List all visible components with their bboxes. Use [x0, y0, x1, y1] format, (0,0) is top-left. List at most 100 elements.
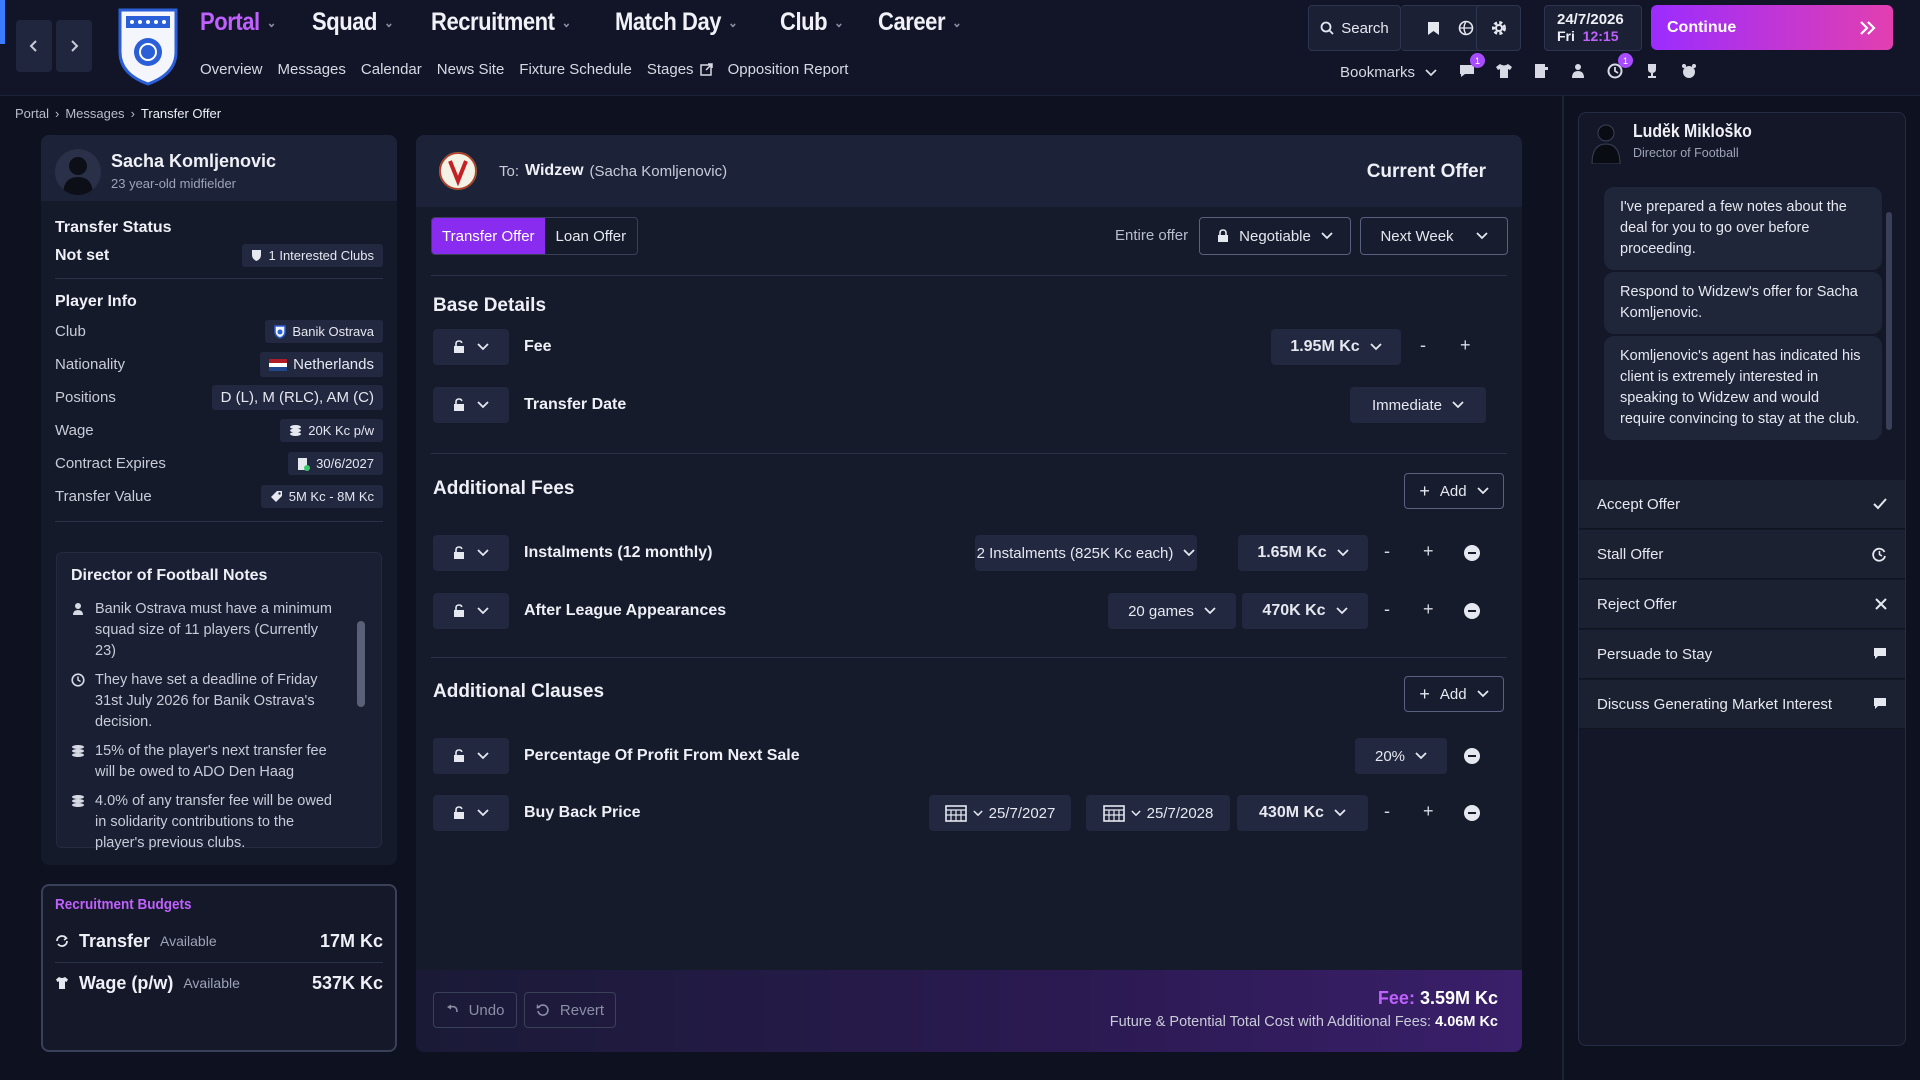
player-avatar — [55, 149, 101, 195]
fee-decrease-button[interactable]: - — [1420, 335, 1426, 356]
club-crest-icon — [439, 152, 477, 190]
reject-offer-button[interactable]: Reject Offer — [1579, 580, 1905, 629]
remove-profit-clause-icon[interactable] — [1464, 748, 1480, 764]
bookmark-icon[interactable] — [1427, 21, 1440, 36]
bookmarks-dropdown[interactable]: Bookmarks — [1340, 64, 1437, 81]
club-link[interactable]: Banik Ostrava — [265, 320, 383, 343]
coins-icon — [290, 425, 302, 436]
nav-club[interactable]: Club ⌄ — [780, 8, 844, 37]
date-lock-button[interactable] — [433, 387, 509, 423]
buyback-date-from[interactable]: 25/7/2027 — [929, 795, 1071, 831]
add-fee-button[interactable]: + Add — [1404, 473, 1504, 509]
notes-scrollbar[interactable] — [357, 621, 365, 707]
appearances-increase-button[interactable]: + — [1423, 599, 1434, 620]
nationality-link[interactable]: Netherlands — [260, 352, 383, 377]
buyback-decrease-button[interactable]: - — [1384, 801, 1390, 822]
instalments-lock-button[interactable] — [433, 535, 509, 571]
globe-icon[interactable] — [1458, 20, 1474, 36]
appearances-decrease-button[interactable]: - — [1384, 599, 1390, 620]
clock-icon — [71, 673, 85, 687]
breadcrumb-messages[interactable]: Messages — [65, 106, 124, 121]
fee-increase-button[interactable]: + — [1460, 335, 1471, 356]
instalments-decrease-button[interactable]: - — [1384, 541, 1390, 562]
fee-lock-button[interactable] — [433, 329, 509, 365]
subnav-fixture-schedule[interactable]: Fixture Schedule — [519, 61, 632, 78]
chevron-down-icon — [477, 343, 489, 351]
transfer-status-value: Not set — [55, 246, 110, 264]
messages-icon[interactable]: 1 — [1458, 53, 1485, 80]
instalments-value-dropdown[interactable]: 1.65M Kc — [1238, 535, 1368, 571]
staff-icon[interactable] — [1569, 62, 1587, 80]
profit-percentage-dropdown[interactable]: 20% — [1355, 738, 1447, 774]
instalments-option-dropdown[interactable]: 2 Instalments (825K Kc each) — [975, 535, 1197, 571]
profit-lock-button[interactable] — [433, 738, 509, 774]
subnav-stages[interactable]: Stages — [647, 61, 713, 78]
notifications-icon[interactable]: 1 — [1606, 53, 1633, 80]
subnav-opposition-report[interactable]: Opposition Report — [728, 61, 849, 78]
club-logo[interactable] — [116, 6, 180, 86]
appearances-value-dropdown[interactable]: 470K Kc — [1242, 593, 1368, 629]
scout-report-icon[interactable] — [1532, 62, 1550, 80]
tab-loan-offer[interactable]: Loan Offer — [545, 218, 638, 254]
nav-portal[interactable]: Portal ⌄ — [200, 8, 276, 37]
nav-recruitment[interactable]: Recruitment ⌄ — [431, 8, 571, 37]
player-header[interactable]: Sacha Komljenovic 23 year-old midfielder — [41, 135, 397, 201]
negotiable-dropdown[interactable]: Negotiable — [1199, 217, 1351, 255]
widzew-crest[interactable] — [438, 151, 478, 191]
back-button[interactable] — [16, 20, 52, 72]
shirt-icon — [56, 977, 68, 989]
nav-squad[interactable]: Squad ⌄ — [312, 8, 394, 37]
transfer-date-dropdown[interactable]: Immediate — [1350, 387, 1486, 423]
subnav-news-site[interactable]: News Site — [437, 61, 505, 78]
base-details-title: Base Details — [433, 295, 547, 316]
offer-type-tabs: Transfer Offer Loan Offer — [431, 217, 639, 255]
search-button[interactable]: Search — [1308, 5, 1401, 51]
messages-scrollbar[interactable] — [1886, 212, 1892, 430]
persuade-to-stay-button[interactable]: Persuade to Stay — [1579, 630, 1905, 679]
subnav-messages[interactable]: Messages — [278, 61, 346, 78]
remove-appearances-icon[interactable] — [1464, 603, 1480, 619]
chevron-down-icon: ⌄ — [834, 14, 844, 30]
chevron-down-icon — [1452, 401, 1464, 409]
buyback-increase-button[interactable]: + — [1423, 801, 1434, 822]
interested-clubs-badge[interactable]: 1 Interested Clubs — [242, 244, 383, 267]
settings-button[interactable] — [1476, 5, 1521, 51]
breadcrumb-portal[interactable]: Portal — [15, 106, 49, 121]
undo-button[interactable]: Undo — [433, 992, 517, 1028]
note-item: 4.0% of any transfer fee will be owed in… — [71, 791, 333, 854]
chevron-down-icon — [1370, 343, 1382, 351]
appearances-lock-button[interactable] — [433, 593, 509, 629]
remove-instalments-icon[interactable] — [1464, 545, 1480, 561]
revert-button[interactable]: Revert — [524, 992, 616, 1028]
club-vision-icon[interactable] — [1680, 62, 1698, 80]
player-subtitle: 23 year-old midfielder — [111, 176, 237, 191]
netherlands-flag-icon — [269, 358, 288, 371]
discuss-market-interest-button[interactable]: Discuss Generating Market Interest — [1579, 680, 1905, 729]
nav-match-day[interactable]: Match Day ⌄ — [615, 8, 738, 37]
stall-offer-button[interactable]: Stall Offer — [1579, 530, 1905, 579]
nav-career[interactable]: Career ⌄ — [878, 8, 962, 37]
chevron-down-icon — [477, 752, 489, 760]
recipient-club[interactable]: Widzew — [525, 162, 584, 180]
fee-dropdown[interactable]: 1.95M Kc — [1271, 329, 1401, 365]
accept-offer-button[interactable]: Accept Offer — [1579, 480, 1905, 529]
continue-button[interactable]: Continue — [1651, 5, 1893, 50]
instalments-increase-button[interactable]: + — [1423, 541, 1434, 562]
deadline-dropdown[interactable]: Next Week — [1360, 217, 1508, 255]
buyback-value-dropdown[interactable]: 430M Kc — [1237, 795, 1368, 831]
remove-buyback-clause-icon[interactable] — [1464, 805, 1480, 821]
transfer-date-label: Transfer Date — [524, 396, 627, 413]
tab-transfer-offer[interactable]: Transfer Offer — [432, 218, 545, 254]
add-clause-button[interactable]: + Add — [1404, 676, 1504, 712]
divider — [431, 657, 1507, 658]
trophy-icon[interactable] — [1643, 62, 1661, 80]
forward-button[interactable] — [56, 20, 92, 72]
buyback-date-to[interactable]: 25/7/2028 — [1086, 795, 1230, 831]
appearances-option-dropdown[interactable]: 20 games — [1108, 593, 1236, 629]
buyback-lock-button[interactable] — [433, 795, 509, 831]
subnav-overview[interactable]: Overview — [200, 61, 263, 78]
subnav-calendar[interactable]: Calendar — [361, 61, 422, 78]
breadcrumb: Portal › Messages › Transfer Offer — [15, 106, 221, 121]
shirt-icon[interactable] — [1495, 62, 1513, 80]
total-fee: Fee: 3.59M Kc — [1377, 988, 1498, 1008]
